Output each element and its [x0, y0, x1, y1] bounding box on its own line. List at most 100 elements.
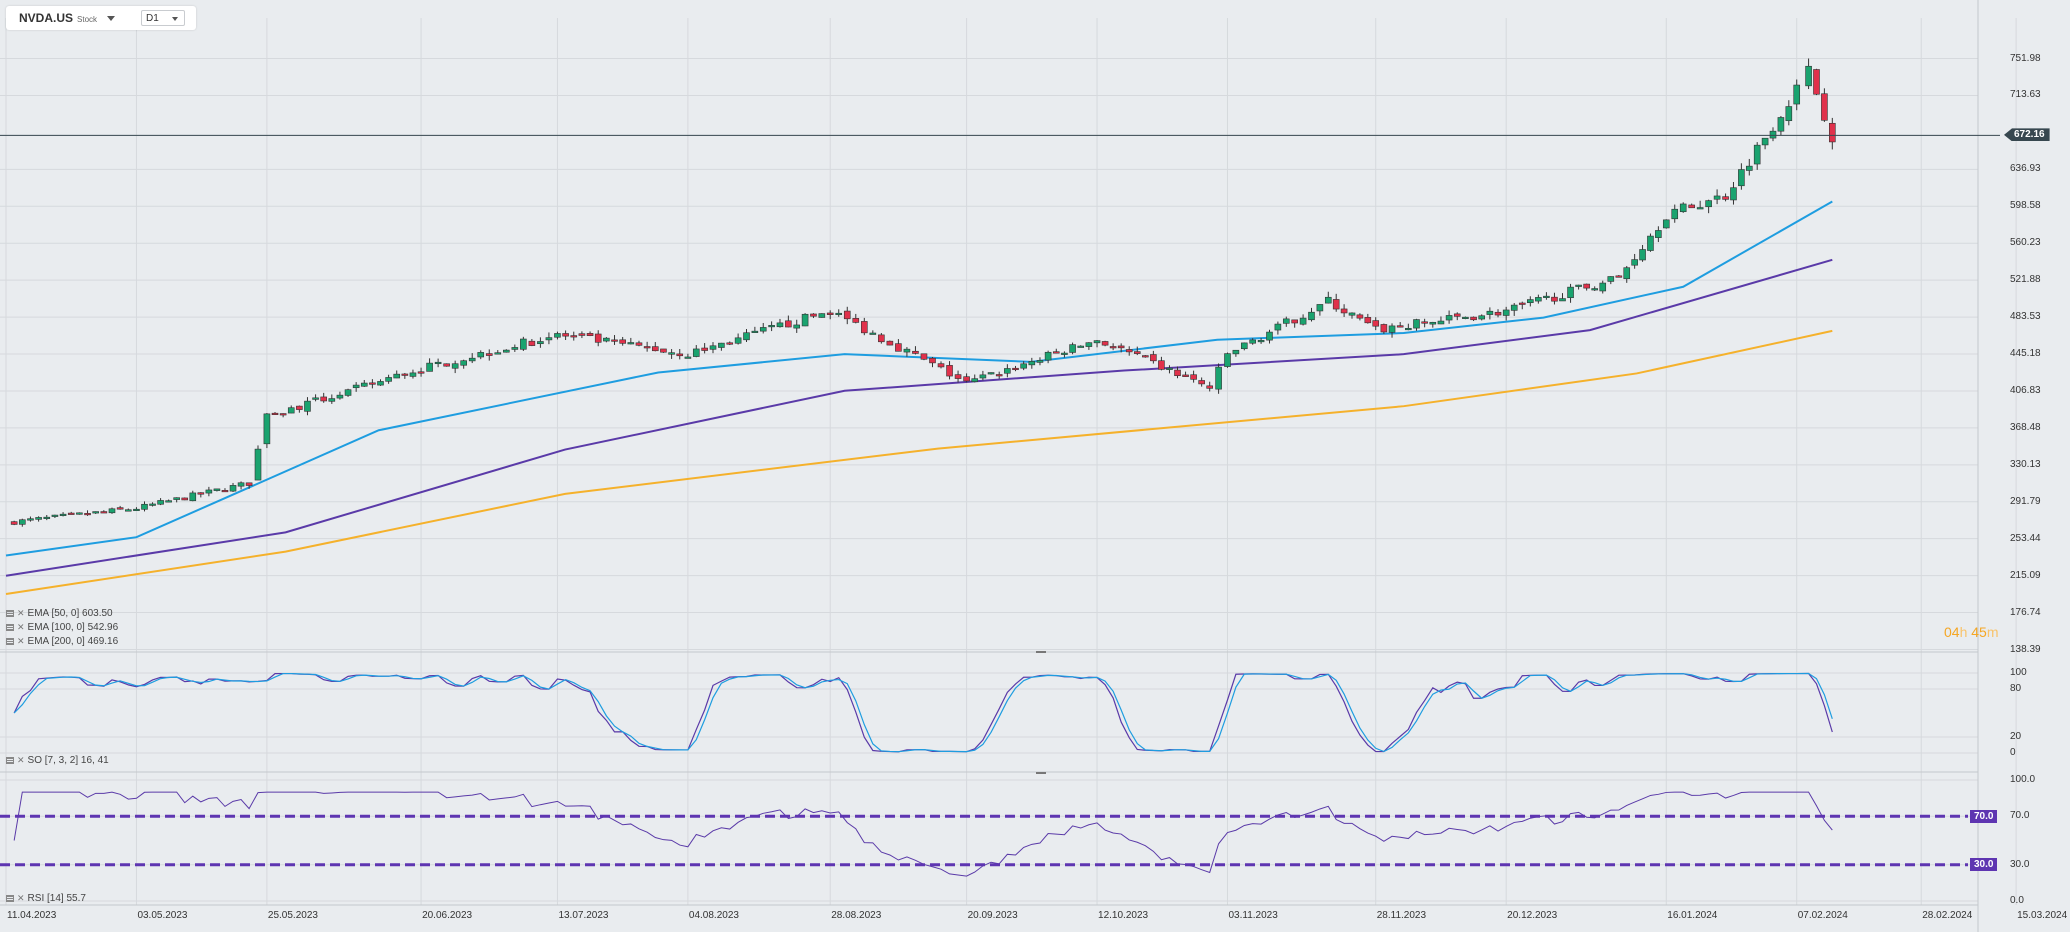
candle-body [1364, 317, 1372, 324]
candle-body [1308, 311, 1315, 321]
candle-body [1077, 345, 1085, 348]
legend-so[interactable]: ✕ SO [7, 3, 2] 16, 41 [6, 755, 109, 766]
candle-body [1093, 340, 1101, 344]
date-tick-label: 11.04.2023 [7, 910, 57, 921]
candle-body [237, 482, 245, 487]
legend-ema200[interactable]: ✕ EMA [200, 0] 469.16 [6, 636, 118, 647]
candle-body [328, 398, 336, 402]
candle-body [954, 374, 962, 379]
pane-resize-handle [1036, 772, 1046, 774]
candle-body [1761, 137, 1769, 146]
candle-body [869, 332, 877, 335]
candle-body [1738, 169, 1745, 187]
candle-body [759, 327, 767, 332]
candle-body [1224, 353, 1231, 367]
candle-body [1356, 314, 1364, 319]
candle-body [409, 372, 417, 377]
list-icon[interactable] [6, 895, 14, 902]
close-icon[interactable]: ✕ [17, 608, 25, 619]
list-icon[interactable] [6, 638, 14, 645]
candle-body [861, 321, 868, 334]
candle-body [520, 338, 527, 350]
candle-body [619, 339, 626, 344]
candle-body [651, 346, 659, 352]
price-tick-label: 483.53 [2010, 311, 2041, 323]
candle-body [776, 322, 784, 328]
date-tick-label: 28.11.2023 [1376, 910, 1427, 921]
symbol-name[interactable]: NVDA.US [19, 11, 73, 25]
candle-body [1437, 320, 1445, 325]
candle-body [1527, 299, 1534, 304]
candle-body [852, 318, 860, 323]
date-tick-label: 13.07.2023 [558, 910, 609, 921]
candle-body [76, 512, 83, 515]
candle-body [360, 382, 368, 387]
legend-rsi-label: RSI [14] 55.7 [27, 893, 86, 904]
price-tick-label: 560.23 [2010, 237, 2041, 249]
chart-canvas[interactable] [0, 0, 2070, 932]
candle-body [100, 511, 108, 514]
close-icon[interactable]: ✕ [17, 622, 25, 633]
candle-body [426, 362, 433, 372]
price-tick-label: 636.93 [2010, 163, 2041, 175]
price-tick-label: 598.58 [2010, 200, 2041, 212]
candle-body [1543, 295, 1550, 298]
candle-body [1182, 374, 1189, 377]
candle-body [1109, 346, 1117, 349]
timeframe-select[interactable]: D1 [141, 10, 186, 26]
candle-body [1713, 195, 1721, 200]
candle-body [1166, 367, 1173, 370]
candle-body [254, 448, 262, 481]
close-icon[interactable]: ✕ [17, 636, 25, 647]
date-tick-label: 25.05.2023 [267, 910, 318, 921]
legend-ema50-label: EMA [50, 0] 603.50 [27, 608, 113, 619]
candle-body [1502, 309, 1510, 316]
candle-body [1462, 316, 1469, 319]
stoch-tick-label: 100 [2010, 667, 2027, 678]
price-tick-label: 253.44 [2010, 532, 2041, 544]
candle-body [271, 412, 279, 415]
list-icon[interactable] [6, 624, 14, 631]
candle-body [734, 337, 742, 344]
candle-body [1688, 204, 1695, 209]
candle-body [1696, 207, 1704, 210]
candle-body [1821, 93, 1828, 121]
candle-body [1052, 351, 1060, 354]
candle-body [43, 516, 51, 519]
candle-body [213, 488, 221, 491]
candle-body [971, 378, 979, 382]
candle-body [1829, 122, 1836, 143]
candle-body [503, 349, 510, 353]
legend-ema50[interactable]: ✕ EMA [50, 0] 603.50 [6, 608, 113, 619]
candle-body [878, 334, 885, 343]
legend-ema100[interactable]: ✕ EMA [100, 0] 542.96 [6, 622, 118, 633]
candle-body [1478, 315, 1486, 320]
date-tick-label: 28.08.2023 [831, 910, 882, 921]
candle-body [635, 342, 643, 346]
price-tick-label: 521.88 [2010, 274, 2041, 286]
candle-body [124, 509, 132, 512]
candle-body [1372, 320, 1380, 327]
candle-countdown: 04h 45m [1944, 624, 1999, 640]
date-tick-label: 20.12.2023 [1507, 910, 1558, 921]
candle-body [443, 363, 450, 367]
legend-ema100-label: EMA [100, 0] 542.96 [27, 622, 119, 633]
candle-body [886, 340, 894, 346]
candle-body [279, 413, 287, 416]
candle-body [912, 350, 919, 354]
date-tick-label: 03.05.2023 [137, 910, 188, 921]
list-icon[interactable] [6, 757, 14, 764]
candle-body [1249, 339, 1256, 344]
candle-body [810, 313, 817, 317]
close-icon[interactable]: ✕ [17, 893, 25, 904]
candle-body [1494, 311, 1502, 316]
close-icon[interactable]: ✕ [17, 755, 25, 766]
symbol-dropdown-icon[interactable] [107, 15, 116, 21]
candle-body [434, 361, 442, 365]
candle-body [545, 337, 553, 341]
candle-body [929, 357, 936, 364]
rsi-tick-label: 70.0 [2010, 810, 2030, 822]
list-icon[interactable] [6, 610, 14, 617]
legend-rsi[interactable]: ✕ RSI [14] 55.7 [6, 893, 86, 904]
candles [10, 58, 1836, 527]
